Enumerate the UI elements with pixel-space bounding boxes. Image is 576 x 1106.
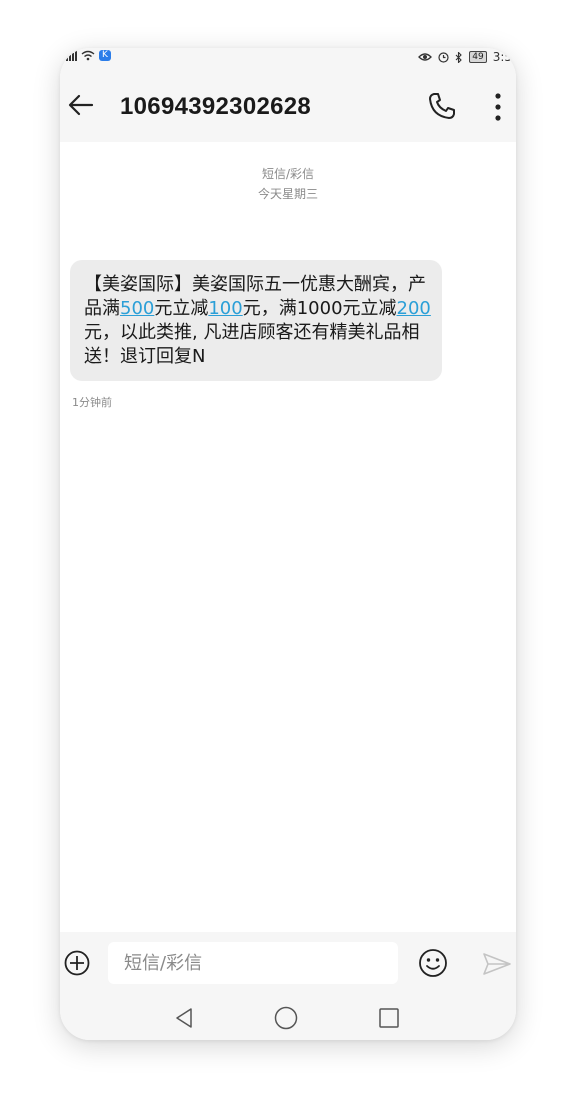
bluetooth-icon [455, 51, 463, 63]
send-icon[interactable] [482, 951, 512, 977]
message-text: 元，以此类推, 凡进店顾客还有精美礼品相送！退订回复N [84, 322, 420, 367]
wifi-icon [81, 50, 95, 61]
triangle-back-icon[interactable] [174, 1007, 194, 1029]
compose-bar [60, 932, 516, 994]
message-text: 元，满1000元立减 [242, 298, 397, 319]
status-left-group: K [66, 50, 111, 61]
conversation-header: 10694392302628 [60, 68, 516, 142]
smiley-icon[interactable] [418, 948, 448, 978]
status-right-group: 49 3:5 [418, 50, 512, 64]
status-time: 3:5 [492, 50, 512, 64]
conversation-meta: 短信/彩信 今天星期三 [60, 164, 516, 204]
signal-icon [66, 50, 77, 61]
phone-frame: K 49 3:5 10694392302628 短信/彩信 今天星期三 【美姿国… [60, 48, 516, 1040]
arrow-left-icon[interactable] [66, 90, 96, 120]
vpn-key-icon: K [99, 50, 111, 61]
message-number-link[interactable]: 100 [208, 298, 242, 319]
square-recent-icon[interactable] [378, 1007, 400, 1029]
circle-home-icon[interactable] [274, 1006, 298, 1030]
message-text: 元立减 [154, 298, 209, 319]
message-type-label: 短信/彩信 [261, 167, 315, 181]
message-bubble[interactable]: 【美姿国际】美姿国际五一优惠大酬宾，产品满500元立减100元，满1000元立减… [70, 260, 442, 381]
alarm-icon [438, 51, 449, 63]
navigation-bar [60, 994, 516, 1040]
phone-icon[interactable] [426, 90, 458, 122]
battery-icon: 49 [469, 51, 487, 63]
message-input[interactable] [108, 942, 398, 984]
status-bar: K 49 3:5 [60, 48, 516, 68]
message-number-link[interactable]: 200 [397, 298, 431, 319]
date-label: 今天星期三 [257, 187, 318, 201]
more-vertical-icon[interactable] [490, 92, 506, 122]
contact-title: 10694392302628 [120, 93, 312, 120]
plus-circle-icon[interactable] [64, 950, 90, 976]
message-timestamp: 1分钟前 [72, 396, 112, 409]
message-number-link[interactable]: 500 [120, 298, 154, 319]
eye-icon [418, 53, 433, 61]
